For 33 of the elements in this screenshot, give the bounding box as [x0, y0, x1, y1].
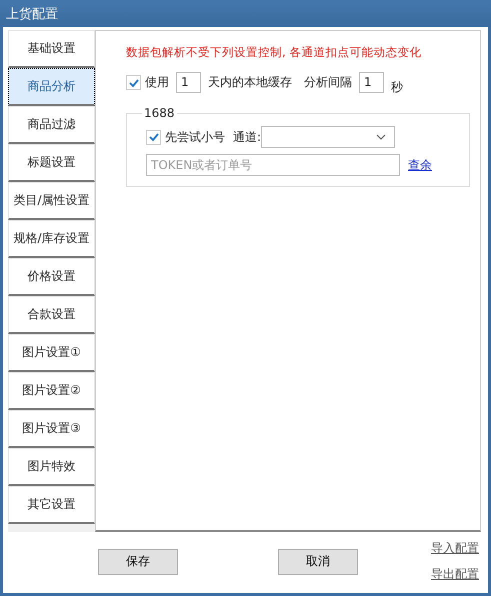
tab[interactable]: 合款设置 — [8, 296, 95, 334]
tab[interactable]: 基础设置 — [8, 30, 95, 68]
tab[interactable]: 图片特效 — [8, 448, 95, 486]
interval-label: 分析间隔 — [304, 74, 352, 91]
interval-field[interactable]: 1 — [359, 72, 384, 93]
config-link[interactable]: 导出配置 — [431, 566, 479, 583]
checkbox-label: 先尝试小号 — [165, 128, 225, 146]
tab[interactable]: 商品过滤 — [8, 106, 95, 144]
tab[interactable]: 商品分析 — [8, 68, 95, 106]
tab[interactable]: 价格设置 — [8, 258, 95, 296]
tab[interactable]: 规格/库存设置 — [8, 220, 95, 258]
days-field[interactable]: 1 — [176, 72, 201, 93]
checkbox[interactable] — [146, 130, 161, 144]
tab[interactable]: 图片设置② — [8, 372, 95, 410]
cancel-button[interactable]: 取消 — [278, 548, 358, 574]
chevron-down-icon — [376, 134, 386, 140]
cache-label: 天内的本地缓存 — [208, 74, 292, 91]
tab[interactable]: 图片设置① — [8, 334, 95, 372]
channel-label: 通道: — [233, 128, 262, 146]
checkbox[interactable] — [126, 75, 141, 90]
save-button[interactable]: 保存 — [98, 548, 178, 574]
tab[interactable]: 类目/属性设置 — [8, 182, 95, 220]
tab[interactable]: 标题设置 — [8, 144, 95, 182]
token-field[interactable]: TOKEN或者订单号 — [146, 154, 400, 176]
config-link[interactable]: 导入配置 — [431, 540, 479, 557]
window-title: 上货配置 — [6, 6, 58, 22]
tab[interactable]: 图片设置③ — [8, 410, 95, 448]
seconds-label: 秒 — [391, 79, 403, 96]
notice-text: 数据包解析不受下列设置控制, 各通道扣点可能动态变化 — [126, 45, 422, 60]
checkbox-label: 使用 — [145, 74, 169, 91]
group-title: 1688 — [143, 106, 176, 120]
tab[interactable]: 其它设置 — [8, 486, 95, 524]
query-link[interactable]: 查余 — [408, 156, 432, 174]
